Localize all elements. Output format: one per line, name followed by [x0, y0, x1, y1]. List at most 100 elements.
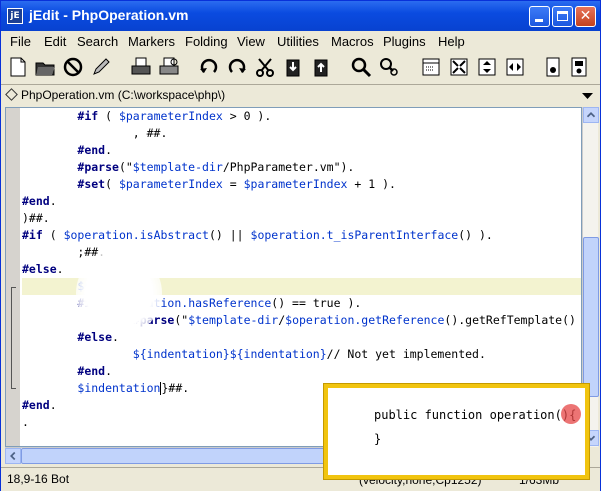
new-view-icon [422, 58, 440, 76]
horizontal-scroll-thumb[interactable] [21, 448, 371, 464]
menu-folding[interactable]: Folding [185, 34, 228, 49]
code-line[interactable]: #parse("$template-dir/PhpParameter.vm"). [22, 159, 581, 176]
code-line[interactable]: #set( $parameterIndex = $parameterIndex … [22, 176, 581, 193]
code-line[interactable]: ${indentation}${indentation}// Not yet i… [22, 346, 581, 363]
open-file-button[interactable] [33, 55, 57, 79]
close-x-icon: ✕ [579, 8, 592, 24]
scroll-up-button[interactable] [583, 107, 599, 123]
paste-button[interactable] [309, 55, 333, 79]
split-button[interactable] [447, 55, 471, 79]
zoom-code-line-2: } [374, 432, 382, 446]
cut-icon [256, 58, 274, 77]
scroll-left-button[interactable] [5, 448, 21, 464]
undo-button[interactable] [197, 55, 221, 79]
maximize-button[interactable] [552, 6, 573, 27]
code-token: ${indentation}${indentation} [132, 347, 327, 361]
code-line[interactable]: ;##. [22, 244, 581, 261]
new-file-button[interactable] [6, 55, 30, 79]
print-preview-button[interactable] [157, 55, 181, 79]
cut-button[interactable] [253, 55, 277, 79]
menu-view[interactable]: View [237, 34, 265, 49]
gutter[interactable] [6, 108, 20, 446]
vertical-scroll-thumb[interactable] [583, 237, 599, 397]
code-line[interactable]: )##. [22, 210, 581, 227]
code-token: $operation.t_isParentInterface [250, 228, 459, 242]
new-file-icon [10, 57, 26, 77]
menu-plugins[interactable]: Plugins [383, 34, 426, 49]
code-line[interactable]: $space{. [22, 278, 581, 295]
buffer-status-icon [5, 88, 18, 101]
code-token: $operation.hasReference [112, 296, 272, 310]
caret-position[interactable]: 18,9-16 Bot [7, 472, 69, 486]
jedit-app-icon[interactable]: jE [7, 8, 23, 24]
code-token: ( [105, 177, 119, 191]
unsplit-horizontal-icon [506, 58, 524, 76]
code-token: $parameterIndex [243, 177, 348, 191]
code-token: . [49, 398, 57, 412]
copy-button[interactable] [281, 55, 305, 79]
code-token: + 1 ). [347, 177, 396, 191]
edit-button[interactable] [89, 55, 113, 79]
new-view-button[interactable] [419, 55, 443, 79]
window-title: jEdit - PhpOperation.vm [29, 7, 189, 23]
code-token: #if [77, 109, 99, 123]
title-bar[interactable]: jE jEdit - PhpOperation.vm ✕ [1, 1, 600, 31]
arrow-left-icon [10, 451, 16, 461]
code-line[interactable]: , ##. [22, 125, 581, 142]
close-buffer-button[interactable] [61, 55, 85, 79]
find-button[interactable] [349, 55, 373, 79]
code-line[interactable]: #if ( $operation.isAbstract() || $operat… [22, 227, 581, 244]
menu-edit[interactable]: Edit [44, 34, 66, 49]
menu-search[interactable]: Search [77, 34, 118, 49]
menu-markers[interactable]: Markers [128, 34, 175, 49]
code-token: $parameterIndex [118, 177, 223, 191]
print-button[interactable] [129, 55, 153, 79]
code-line[interactable]: #if( $operation.hasReference() == true )… [22, 295, 581, 312]
redo-button[interactable] [225, 55, 249, 79]
code-token: )##. [22, 211, 50, 225]
redo-icon [228, 58, 246, 73]
toolbar [1, 52, 600, 84]
menu-macros[interactable]: Macros [331, 34, 374, 49]
code-token: ().getRefTemplate() [444, 313, 576, 327]
code-line[interactable]: #if ( $parameterIndex > 0 ). [22, 108, 581, 125]
code-line[interactable]: #else. [22, 261, 581, 278]
print-icon [131, 57, 151, 75]
unsplit-vertical-button[interactable] [475, 55, 499, 79]
menu-file[interactable]: File [10, 34, 31, 49]
find-next-button[interactable] [377, 55, 401, 79]
split-icon [450, 58, 468, 76]
code-line[interactable]: #end. [22, 142, 581, 159]
zoom-callout: public function operation(){ } [324, 384, 589, 479]
unsplit-horizontal-button[interactable] [503, 55, 527, 79]
code-line[interactable]: #parse("$template-dir/$operation.getRefe… [22, 312, 581, 329]
menu-utilities[interactable]: Utilities [277, 34, 319, 49]
unsplit-vertical-icon [478, 58, 496, 76]
close-window-button[interactable]: ✕ [575, 6, 596, 27]
code-line[interactable]: #else. [22, 329, 581, 346]
fold-bracket [11, 287, 16, 389]
code-line[interactable]: #end. [22, 363, 581, 380]
menu-bar: File Edit Search Markers Folding View Ut… [1, 31, 600, 52]
plugin-manager-button[interactable] [567, 55, 591, 79]
buffer-switcher[interactable]: PhpOperation.vm (C:\workspace\php\) [1, 84, 600, 107]
edit-pencil-icon [93, 58, 110, 75]
global-options-button[interactable] [541, 55, 565, 79]
menu-help[interactable]: Help [438, 34, 465, 49]
code-token: . [22, 415, 29, 429]
code-token: #else [77, 330, 113, 344]
code-token: $operation.getReference [285, 313, 445, 327]
chevron-down-icon[interactable] [579, 87, 596, 104]
code-token: $template-dir [132, 160, 223, 174]
code-token: () || [208, 228, 251, 242]
code-token: #end [22, 398, 50, 412]
copy-icon [286, 59, 300, 77]
code-line[interactable]: #end. [22, 193, 581, 210]
minimize-button[interactable] [529, 6, 550, 27]
